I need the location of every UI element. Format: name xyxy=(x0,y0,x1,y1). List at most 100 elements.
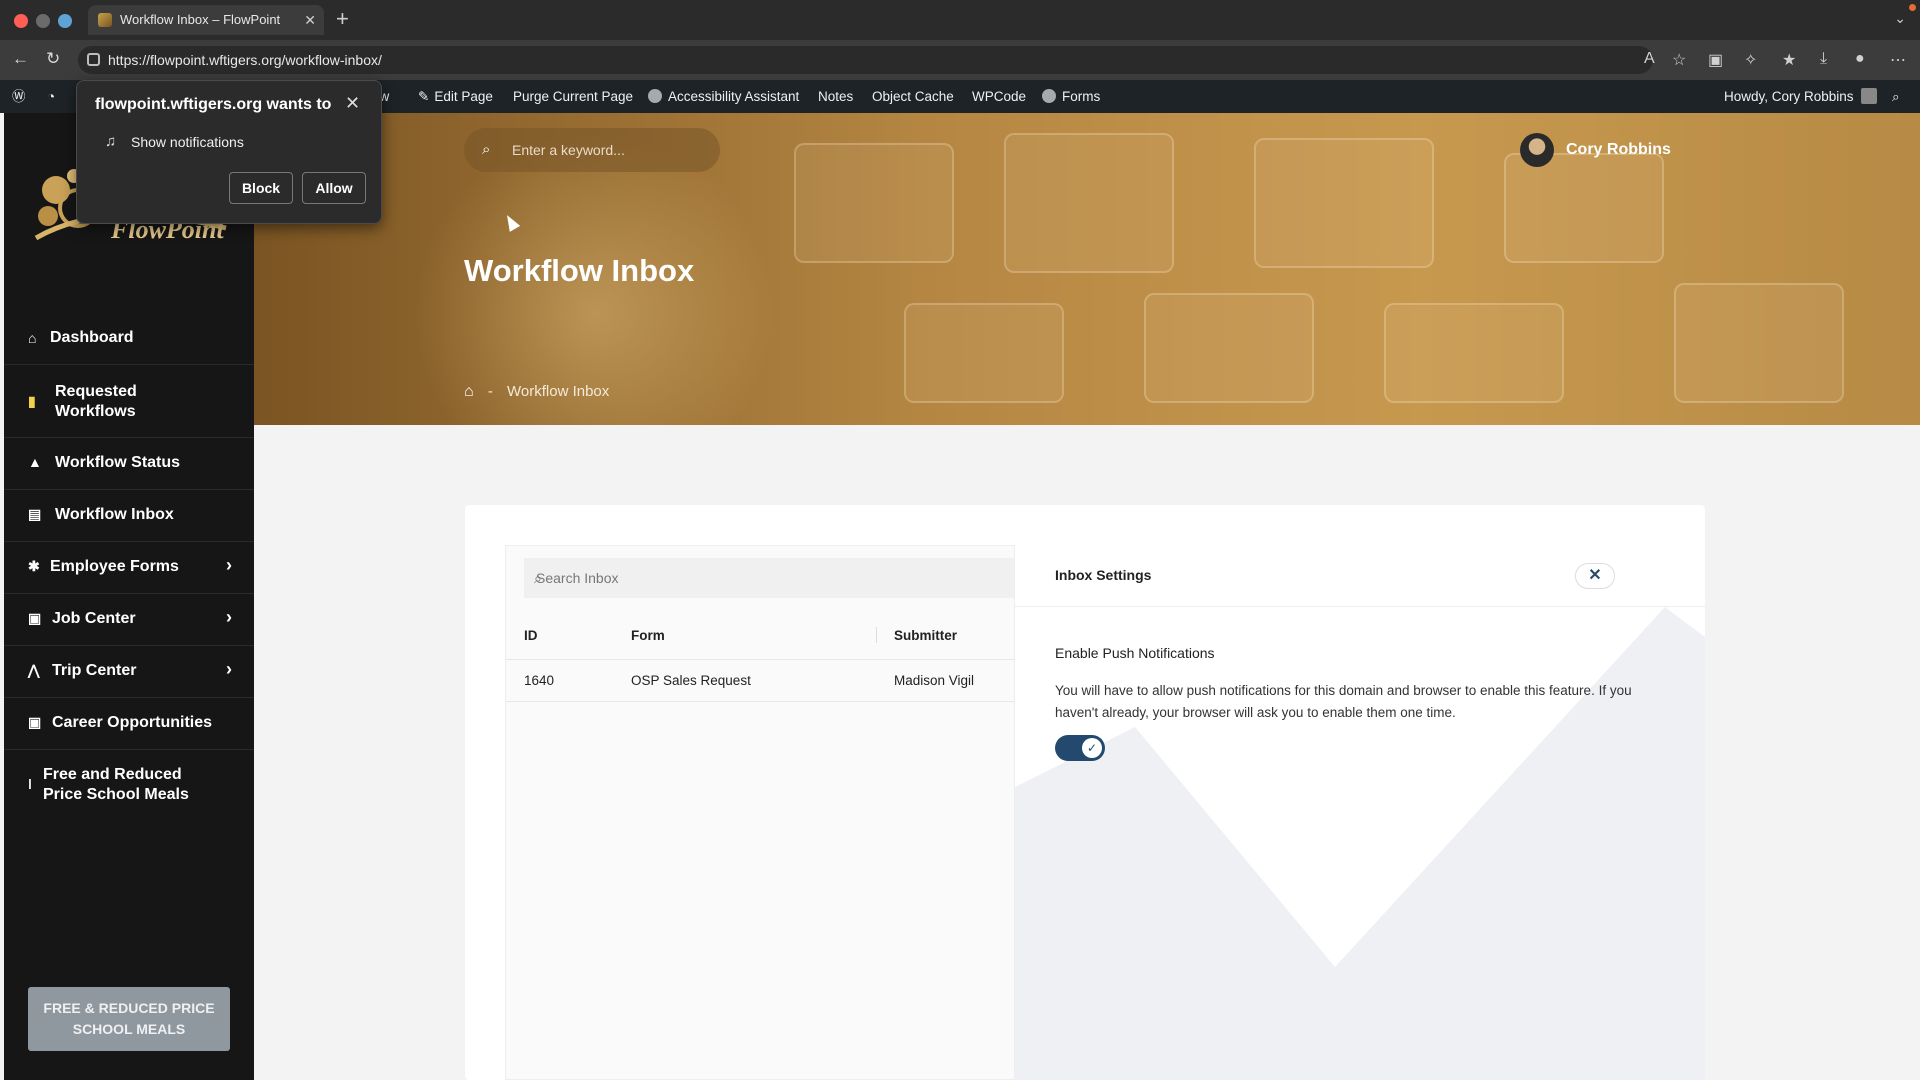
permission-close-icon[interactable]: ✕ xyxy=(345,93,360,114)
permission-title: flowpoint.wftigers.org wants to xyxy=(95,96,332,113)
sidebar-item-school-meals[interactable]: ǀ Free and Reduced Price School Meals xyxy=(4,750,254,820)
adminbar-label: Accessibility Assistant xyxy=(668,89,800,104)
user-avatar-icon xyxy=(1861,88,1878,104)
adminbar-label: Edit Page xyxy=(434,89,493,104)
tab-list-chevron-icon[interactable]: ⌄ xyxy=(1894,10,1906,27)
sidebar-item-label: Trip Center xyxy=(52,662,137,679)
window-zoom-button[interactable] xyxy=(58,14,72,28)
favorite-star-icon[interactable]: ☆ xyxy=(1672,50,1686,70)
cell-form: OSP Sales Request xyxy=(631,673,751,688)
adminbar-item-edit-page[interactable]: ✎ Edit Page xyxy=(418,80,493,113)
howdy-text: Howdy, Cory Robbins xyxy=(1724,89,1854,104)
home-icon: ⌂ xyxy=(28,330,37,346)
sidebar-item-workflow-status[interactable]: ▲ Workflow Status xyxy=(4,438,254,490)
decorative-card xyxy=(1504,153,1664,263)
sidebar-item-label: Career Opportunities xyxy=(52,714,213,731)
sidebar-item-label: Employee Forms xyxy=(50,558,179,575)
sidebar-item-label: Job Center xyxy=(52,610,136,627)
browser-tab[interactable]: Workflow Inbox – FlowPoint ✕ xyxy=(88,5,324,35)
wordpress-logo-icon[interactable]: Ⓦ xyxy=(12,80,26,113)
sidebar-item-employee-forms[interactable]: ✱ Employee Forms › xyxy=(4,542,254,594)
back-arrow-icon[interactable]: ← xyxy=(12,49,29,69)
adminbar-search-icon[interactable]: ⌕ xyxy=(1892,80,1900,113)
chart-icon: ▲ xyxy=(28,454,42,470)
user-profile[interactable]: Cory Robbins xyxy=(1520,133,1671,167)
browser-toolbar: ← ↻ https://flowpoint.wftigers.org/workf… xyxy=(0,40,1920,80)
people-icon: ✱ xyxy=(28,558,40,574)
address-bar[interactable]: https://flowpoint.wftigers.org/workflow-… xyxy=(78,46,1653,74)
sidebar-item-workflow-inbox[interactable]: ▤ Workflow Inbox xyxy=(4,490,254,542)
page: FlowPoint ⌂ Dashboard ▮ Requested Workfl… xyxy=(0,113,1920,1080)
settings-close-button[interactable]: ✕ xyxy=(1575,563,1615,589)
tab-title: Workflow Inbox – FlowPoint xyxy=(120,12,281,27)
adminbar-item-purge[interactable]: Purge Current Page xyxy=(513,80,633,113)
tab-close-icon[interactable]: ✕ xyxy=(304,5,316,35)
spoon-icon: ǀ xyxy=(28,776,32,792)
reload-icon[interactable]: ↻ xyxy=(46,49,60,69)
adminbar-item-forms[interactable]: Forms xyxy=(1042,80,1100,113)
url-text: https://flowpoint.wftigers.org/workflow-… xyxy=(108,52,382,68)
table-header: ID Form Submitter xyxy=(506,610,1016,660)
notification-dot-icon xyxy=(1909,4,1916,11)
inbox-icon: ▤ xyxy=(28,506,42,522)
adminbar-item-object-cache[interactable]: Object Cache xyxy=(872,80,954,113)
decorative-card xyxy=(1144,293,1314,403)
permission-item: Show notifications xyxy=(131,134,244,150)
download-icon[interactable]: ⤓ xyxy=(1820,50,1827,68)
adminbar-howdy[interactable]: Howdy, Cory Robbins xyxy=(1724,80,1878,113)
sidebar-item-label: Free and Reduced Price School Meals xyxy=(43,766,189,803)
inbox-search-input[interactable]: ⌕ Search Inbox xyxy=(524,558,1014,598)
window-minimize-button[interactable] xyxy=(36,14,50,28)
sidebar-item-requested-workflows[interactable]: ▮ Requested Workflows xyxy=(4,365,254,438)
decorative-card xyxy=(1674,283,1844,403)
table-row[interactable]: 1640 OSP Sales Request Madison Vigil xyxy=(506,660,1016,702)
inbox-search-placeholder: Search Inbox xyxy=(536,570,619,586)
column-header-form[interactable]: Form xyxy=(631,628,665,643)
hero-banner: ⌕ Enter a keyword... Cory Robbins Workfl… xyxy=(254,113,1920,425)
push-notifications-toggle[interactable]: ✓ xyxy=(1055,735,1105,761)
new-tab-button[interactable]: + xyxy=(336,6,349,32)
notification-permission-popup: flowpoint.wftigers.org wants to ✕ ♫ Show… xyxy=(76,80,382,224)
adminbar-item-accessibility[interactable]: Accessibility Assistant xyxy=(648,80,799,113)
window-close-button[interactable] xyxy=(14,14,28,28)
more-menu-icon[interactable]: ⋯ xyxy=(1890,50,1906,70)
lock-icon xyxy=(87,53,100,66)
chevron-right-icon: › xyxy=(226,555,232,575)
accessibility-icon xyxy=(648,89,662,103)
dashboard-gauge-icon[interactable]: ◔ xyxy=(47,80,55,113)
decorative-card xyxy=(794,143,954,263)
keyword-search-placeholder: Enter a keyword... xyxy=(512,142,625,158)
forms-icon xyxy=(1042,89,1056,103)
briefcase-icon: ▣ xyxy=(28,714,42,730)
column-header-submitter[interactable]: Submitter xyxy=(894,628,957,643)
profile-icon[interactable]: ● xyxy=(1855,50,1865,68)
keyword-search-input[interactable]: ⌕ Enter a keyword... xyxy=(464,128,720,172)
column-header-id[interactable]: ID xyxy=(524,628,538,643)
column-divider[interactable] xyxy=(876,627,877,643)
school-meals-button[interactable]: FREE & REDUCED PRICE SCHOOL MEALS xyxy=(28,987,230,1051)
adminbar-item-notes[interactable]: Notes xyxy=(818,80,853,113)
cell-id: 1640 xyxy=(524,673,555,688)
sidebar-item-dashboard[interactable]: ⌂ Dashboard xyxy=(4,313,254,365)
extension-icon[interactable]: ▣ xyxy=(1708,50,1723,70)
sidebar-menu: ⌂ Dashboard ▮ Requested Workflows ▲ Work… xyxy=(4,313,254,820)
adminbar-item-wpcode[interactable]: WPCode xyxy=(972,80,1026,113)
sidebar-item-job-center[interactable]: ▣ Job Center › xyxy=(4,594,254,646)
sidebar-item-trip-center[interactable]: ⋀ Trip Center › xyxy=(4,646,254,698)
adminbar-label: Forms xyxy=(1062,89,1101,104)
puzzle-icon[interactable]: ✧ xyxy=(1744,50,1757,70)
sidebar-item-label: Dashboard xyxy=(50,329,134,346)
allow-button[interactable]: Allow xyxy=(302,172,366,204)
sidebar-item-career-opportunities[interactable]: ▣ Career Opportunities xyxy=(4,698,254,750)
push-notifications-title: Enable Push Notifications xyxy=(1055,645,1215,661)
block-button[interactable]: Block xyxy=(229,172,293,204)
home-icon[interactable]: ⌂ xyxy=(464,383,474,400)
decorative-card xyxy=(1254,138,1434,268)
read-aloud-icon[interactable]: A xyxy=(1644,50,1655,68)
pencil-icon: ✎ xyxy=(418,89,430,104)
favorites-icon[interactable]: ★ xyxy=(1782,50,1796,70)
clipboard-icon: ▮ xyxy=(28,393,36,409)
inbox-container: ⌕ Search Inbox ID Form Submitter 1640 OS… xyxy=(465,505,1705,1080)
sidebar-item-label: Workflow Status xyxy=(55,454,181,471)
cell-submitter: Madison Vigil xyxy=(894,673,975,688)
